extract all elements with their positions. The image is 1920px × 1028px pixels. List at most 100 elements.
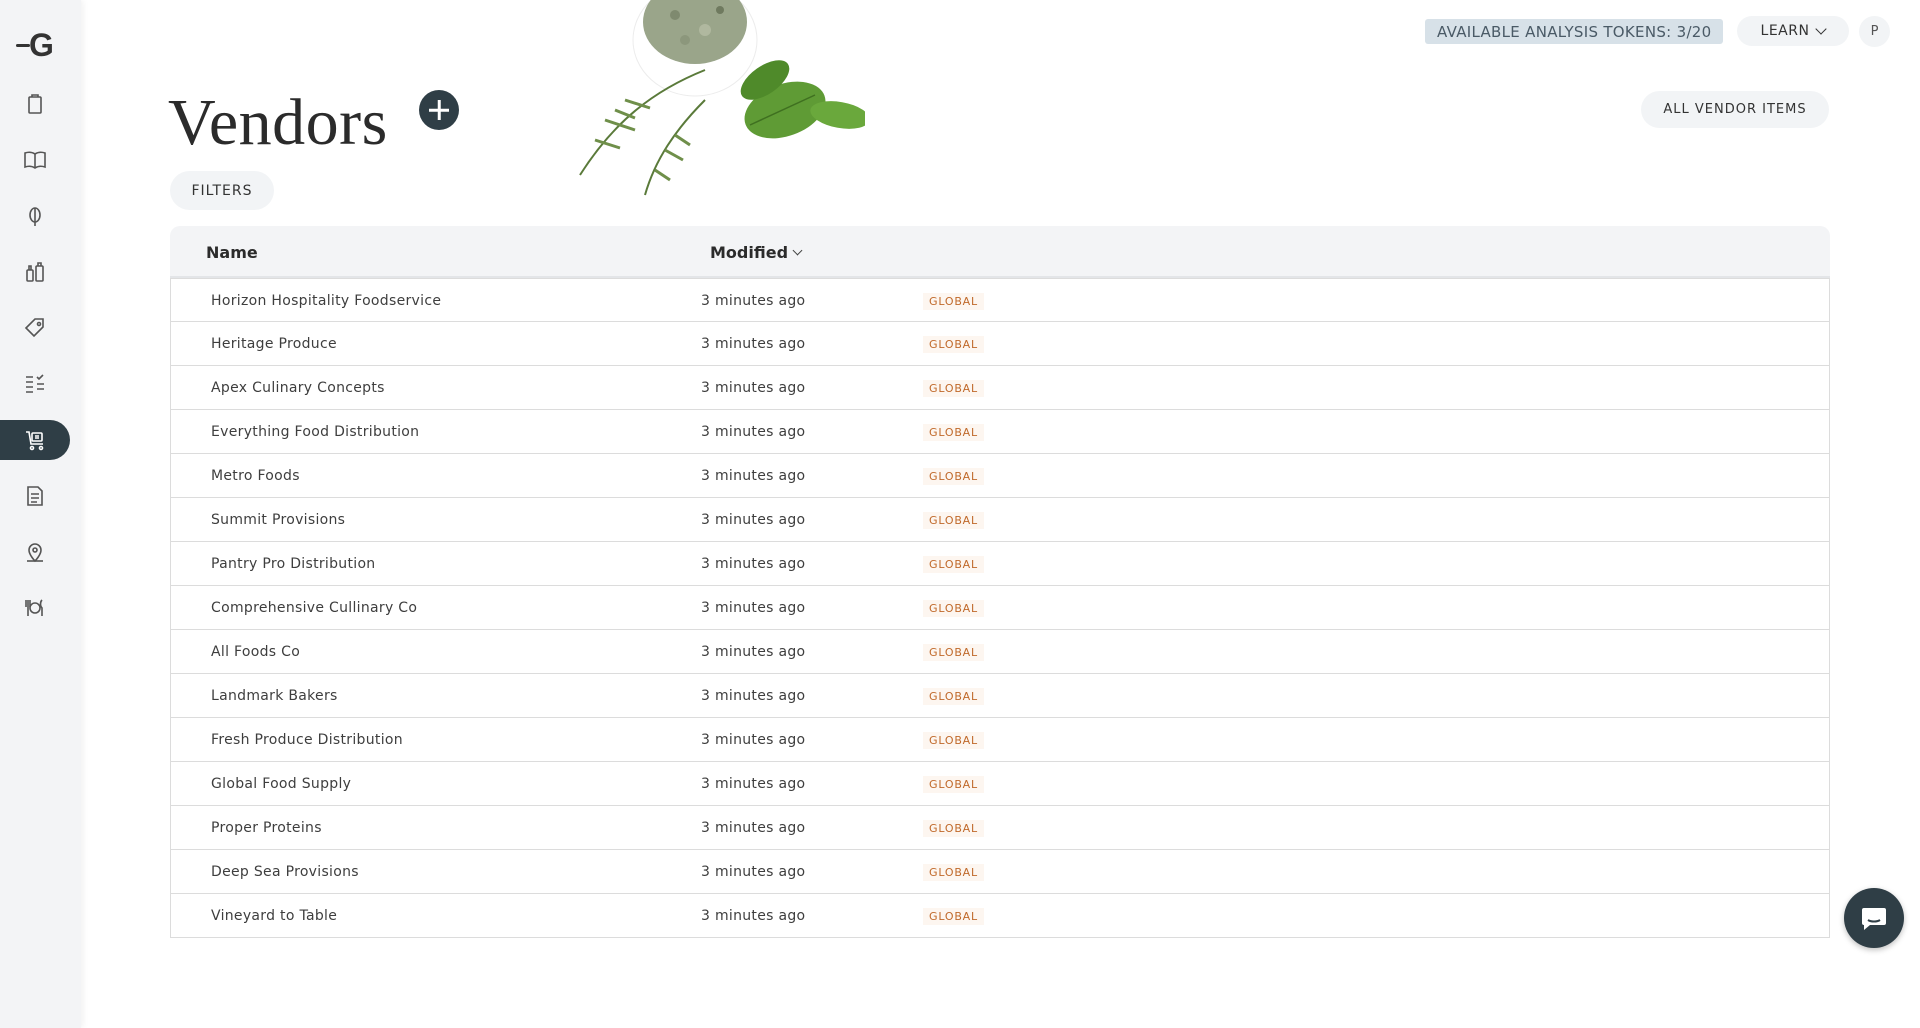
global-badge: GLOBAL — [923, 379, 984, 397]
vendor-name: Pantry Pro Distribution — [211, 556, 376, 572]
sidebar-item-tags[interactable] — [0, 308, 70, 348]
book-icon — [24, 151, 46, 169]
vendor-cart-icon — [26, 431, 44, 451]
table-row[interactable]: Comprehensive Cullinary Co 3 minutes ago G… — [170, 586, 1830, 630]
modified-time: 3 minutes ago — [701, 908, 806, 924]
global-badge: GLOBAL — [923, 775, 984, 793]
avatar[interactable]: P — [1859, 16, 1890, 47]
scope-badge-cell: GLOBAL — [923, 850, 984, 894]
global-badge: GLOBAL — [923, 423, 984, 441]
vendor-name: Comprehensive Cullinary Co — [211, 600, 418, 616]
scope-badge-cell: GLOBAL — [923, 542, 984, 586]
sidebar-item-checklist[interactable] — [0, 364, 70, 404]
global-badge: GLOBAL — [923, 511, 984, 529]
all-vendor-items-button[interactable]: ALL VENDOR ITEMS — [1641, 91, 1829, 128]
vendor-name: Deep Sea Provisions — [211, 864, 359, 880]
table-row[interactable]: Landmark Bakers 3 minutes ago GLOBAL — [170, 674, 1830, 718]
ingredient-icon — [29, 207, 41, 226]
location-icon — [27, 543, 43, 563]
table-row[interactable]: Proper Proteins 3 minutes ago GLOBAL — [170, 806, 1830, 850]
vendor-name: Metro Foods — [211, 468, 300, 484]
scope-badge-cell: GLOBAL — [923, 718, 984, 762]
add-vendor-button[interactable] — [419, 90, 459, 130]
herbs-decoration — [579, 0, 865, 196]
scope-badge-cell: GLOBAL — [923, 322, 984, 366]
global-badge: GLOBAL — [923, 467, 984, 485]
scope-badge-cell: GLOBAL — [923, 410, 984, 454]
vendor-name: Horizon Hospitality Foodservice — [211, 293, 442, 309]
sidebar-item-book[interactable] — [0, 140, 70, 180]
chat-bubble-icon — [1862, 908, 1886, 930]
modified-time: 3 minutes ago — [701, 468, 806, 484]
modified-time: 3 minutes ago — [701, 688, 806, 704]
table-row[interactable]: Horizon Hospitality Foodservice 3 minutes… — [170, 278, 1830, 322]
modified-time: 3 minutes ago — [701, 380, 806, 396]
sidebar-item-dining[interactable] — [0, 588, 70, 628]
bottles-icon — [26, 262, 44, 282]
column-header-name[interactable]: Name — [206, 226, 258, 278]
app-logo[interactable]: G — [16, 28, 66, 62]
column-header-modified[interactable]: Modified — [710, 226, 803, 278]
table-row[interactable]: Pantry Pro Distribution 3 minutes ago GLOB… — [170, 542, 1830, 586]
modified-time: 3 minutes ago — [701, 512, 806, 528]
page-title: Vendors — [168, 86, 388, 159]
vendor-name: Fresh Produce Distribution — [211, 732, 403, 748]
modified-time: 3 minutes ago — [701, 820, 806, 836]
clipboard-icon — [28, 94, 42, 114]
table-row[interactable]: All Foods Co 3 minutes ago GLOBAL — [170, 630, 1830, 674]
vendor-name: Proper Proteins — [211, 820, 322, 836]
global-badge: GLOBAL — [923, 907, 984, 925]
tag-icon — [24, 318, 44, 338]
modified-time: 3 minutes ago — [701, 776, 806, 792]
sidebar-item-bottles[interactable] — [0, 252, 70, 292]
learn-dropdown[interactable]: LEARN — [1737, 16, 1849, 46]
sidebar-item-ingredients[interactable] — [0, 196, 70, 236]
sidebar-item-locations[interactable] — [0, 532, 70, 572]
scope-badge-cell: GLOBAL — [923, 762, 984, 806]
vendor-name: All Foods Co — [211, 644, 301, 660]
global-badge: GLOBAL — [923, 687, 984, 705]
scope-badge-cell: GLOBAL — [923, 498, 984, 542]
vendor-name: Global Food Supply — [211, 776, 352, 792]
global-badge: GLOBAL — [923, 555, 984, 573]
sidebar: G — [0, 0, 81, 1028]
table-row[interactable]: Global Food Supply 3 minutes ago GLOBAL — [170, 762, 1830, 806]
scope-badge-cell: GLOBAL — [923, 279, 984, 323]
table-row[interactable]: Heritage Produce 3 minutes ago GLOBAL — [170, 322, 1830, 366]
learn-label: LEARN — [1760, 23, 1810, 39]
modified-time: 3 minutes ago — [701, 864, 806, 880]
table-row[interactable]: Metro Foods 3 minutes ago GLOBAL — [170, 454, 1830, 498]
modified-time: 3 minutes ago — [701, 644, 806, 660]
scope-badge-cell: GLOBAL — [923, 586, 984, 630]
table-header: Name Modified — [170, 226, 1830, 278]
vendor-name: Landmark Bakers — [211, 688, 338, 704]
modified-time: 3 minutes ago — [701, 293, 806, 309]
vendor-name: Everything Food Distribution — [211, 424, 420, 440]
chat-button[interactable] — [1844, 888, 1904, 948]
vendor-name: Apex Culinary Concepts — [211, 380, 385, 396]
global-badge: GLOBAL — [923, 599, 984, 617]
table-row[interactable]: Summit Provisions 3 minutes ago GLOBAL — [170, 498, 1830, 542]
table-body: Horizon Hospitality Foodservice 3 minutes… — [170, 278, 1830, 938]
column-header-modified-label: Modified — [710, 242, 789, 262]
checklist-icon — [26, 374, 44, 393]
table-row[interactable]: Deep Sea Provisions 3 minutes ago GLOBAL — [170, 850, 1830, 894]
global-badge: GLOBAL — [923, 863, 984, 881]
sidebar-item-documents[interactable] — [0, 476, 70, 516]
sidebar-item-vendors[interactable] — [0, 420, 70, 460]
global-badge: GLOBAL — [923, 643, 984, 661]
table-row[interactable]: Everything Food Distribution 3 minutes ag… — [170, 410, 1830, 454]
scope-badge-cell: GLOBAL — [923, 894, 984, 938]
global-badge: GLOBAL — [923, 731, 984, 749]
filters-button[interactable]: FILTERS — [170, 171, 274, 210]
analysis-tokens-badge: AVAILABLE ANALYSIS TOKENS: 3/20 — [1425, 19, 1724, 44]
chevron-down-icon — [1815, 22, 1828, 35]
modified-time: 3 minutes ago — [701, 424, 806, 440]
table-row[interactable]: Apex Culinary Concepts 3 minutes ago GLOBA… — [170, 366, 1830, 410]
scope-badge-cell: GLOBAL — [923, 806, 984, 850]
table-row[interactable]: Vineyard to Table 3 minutes ago GLOBAL — [170, 894, 1830, 938]
scope-badge-cell: GLOBAL — [923, 454, 984, 498]
scope-badge-cell: GLOBAL — [923, 630, 984, 674]
sidebar-item-clipboard[interactable] — [0, 84, 70, 124]
table-row[interactable]: Fresh Produce Distribution 3 minutes ago G… — [170, 718, 1830, 762]
